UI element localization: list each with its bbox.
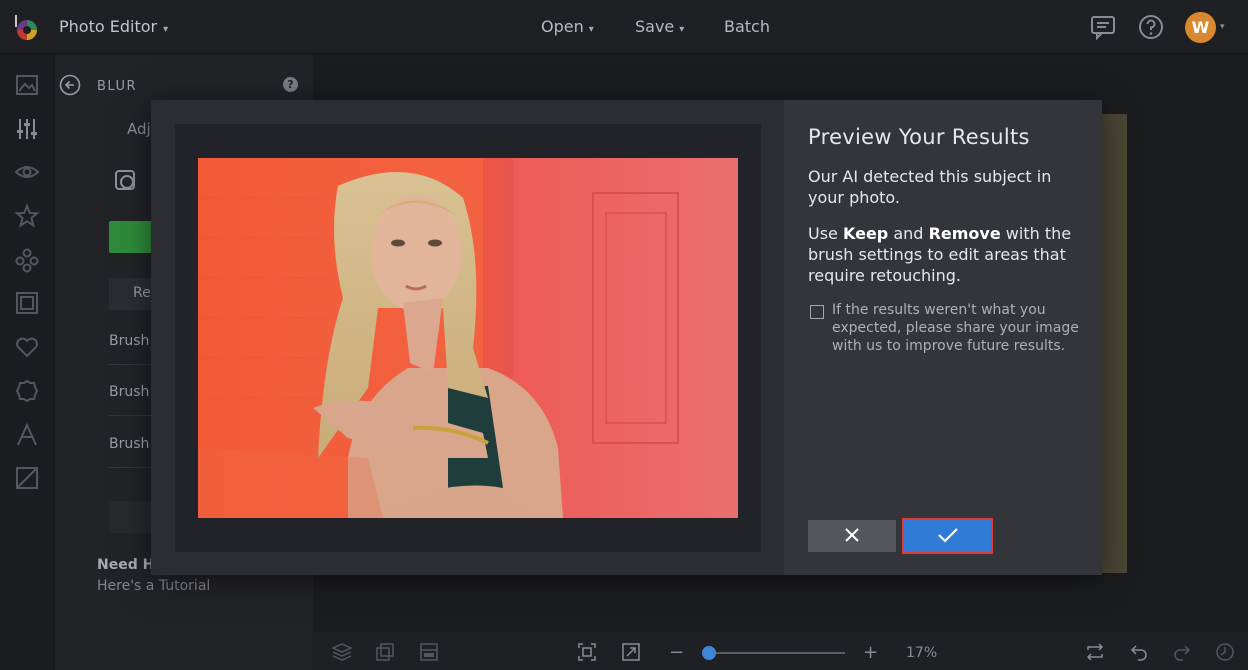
duplicate-icon[interactable] [375, 642, 395, 662]
brush-row-2[interactable]: Brush [109, 384, 149, 400]
tutorial-link[interactable]: Here's a Tutorial [97, 578, 210, 594]
frame-icon[interactable] [14, 290, 40, 316]
save-label: Save [635, 17, 675, 36]
shapes-icon[interactable] [14, 247, 40, 273]
sliders-icon[interactable] [14, 116, 40, 142]
preview-pane [151, 100, 784, 575]
zoom-slider-handle[interactable] [702, 646, 716, 660]
batch-label: Batch [724, 17, 770, 36]
chevron-down-icon: ▾ [163, 24, 169, 35]
feedback-note: If the results weren't what you expected… [832, 302, 1079, 354]
confirm-button[interactable] [902, 518, 993, 554]
back-arrow-icon[interactable] [59, 74, 81, 96]
subject-mode-icon[interactable] [115, 170, 135, 190]
template-icon[interactable] [419, 642, 439, 662]
tool-rail [0, 55, 54, 670]
preview-photo [198, 158, 738, 518]
app-title-menu[interactable]: Photo Editor ▾ [59, 17, 168, 36]
zoom-slider[interactable] [709, 652, 845, 654]
checkmark-icon [937, 527, 958, 543]
instructions-message: Use Keep and Remove with the brush setti… [808, 223, 1080, 286]
dialog-title: Preview Your Results [808, 125, 1030, 149]
avatar[interactable]: W [1185, 12, 1216, 43]
adjust-tab[interactable]: Adj [127, 120, 151, 138]
remove-term: Remove [928, 224, 1001, 243]
zoom-out-button[interactable]: − [669, 642, 684, 663]
brush-row-1[interactable]: Brush [109, 333, 149, 349]
info-pane: Preview Your Results Our AI detected thi… [784, 100, 1102, 575]
app-title: Photo Editor [59, 17, 158, 36]
eye-icon[interactable] [14, 159, 40, 185]
badge-icon[interactable] [14, 378, 40, 404]
bottom-toolbar [314, 632, 1248, 670]
app-logo-icon[interactable] [12, 13, 40, 41]
batch-button[interactable]: Batch [724, 17, 770, 36]
zoom-in-button[interactable]: + [863, 642, 878, 663]
help-icon[interactable] [1138, 14, 1164, 40]
chevron-down-icon[interactable]: ▾ [1220, 22, 1225, 32]
swap-icon[interactable] [1085, 642, 1105, 662]
text-icon[interactable] [14, 422, 40, 448]
instructions-and: and [893, 224, 924, 243]
top-bar: Photo Editor ▾ Open ▾ Save ▾ Batch W ▾ [0, 0, 1248, 54]
feedback-checkbox[interactable] [810, 305, 824, 319]
brush-row-3[interactable]: Brush [109, 436, 149, 452]
history-icon[interactable] [1215, 642, 1235, 662]
redo-icon[interactable] [1172, 642, 1192, 662]
expand-icon[interactable] [621, 642, 641, 662]
close-icon [845, 527, 859, 542]
detection-message: Our AI detected this subject in your pho… [808, 167, 1052, 207]
cancel-button[interactable] [808, 520, 896, 552]
chevron-down-icon: ▾ [588, 24, 594, 35]
preview-frame [175, 124, 761, 552]
comment-icon[interactable] [1090, 14, 1116, 40]
layers-icon[interactable] [332, 642, 352, 662]
fit-screen-icon[interactable] [577, 642, 597, 662]
chevron-down-icon: ▾ [679, 24, 685, 35]
keep-term: Keep [842, 224, 889, 243]
star-icon[interactable] [14, 203, 40, 229]
heart-icon[interactable] [14, 334, 40, 360]
open-menu[interactable]: Open ▾ [541, 17, 594, 36]
texture-icon[interactable] [14, 465, 40, 491]
panel-title: BLUR [97, 79, 138, 94]
image-icon[interactable] [14, 72, 40, 98]
panel-help-icon[interactable]: ? [283, 77, 298, 92]
open-label: Open [541, 17, 584, 36]
save-menu[interactable]: Save ▾ [635, 17, 684, 36]
preview-results-dialog: Preview Your Results Our AI detected thi… [151, 100, 1102, 575]
undo-icon[interactable] [1129, 642, 1149, 662]
instructions-prefix: Use [808, 224, 838, 243]
canvas-image[interactable] [1098, 114, 1127, 573]
zoom-value: 17% [906, 645, 938, 661]
